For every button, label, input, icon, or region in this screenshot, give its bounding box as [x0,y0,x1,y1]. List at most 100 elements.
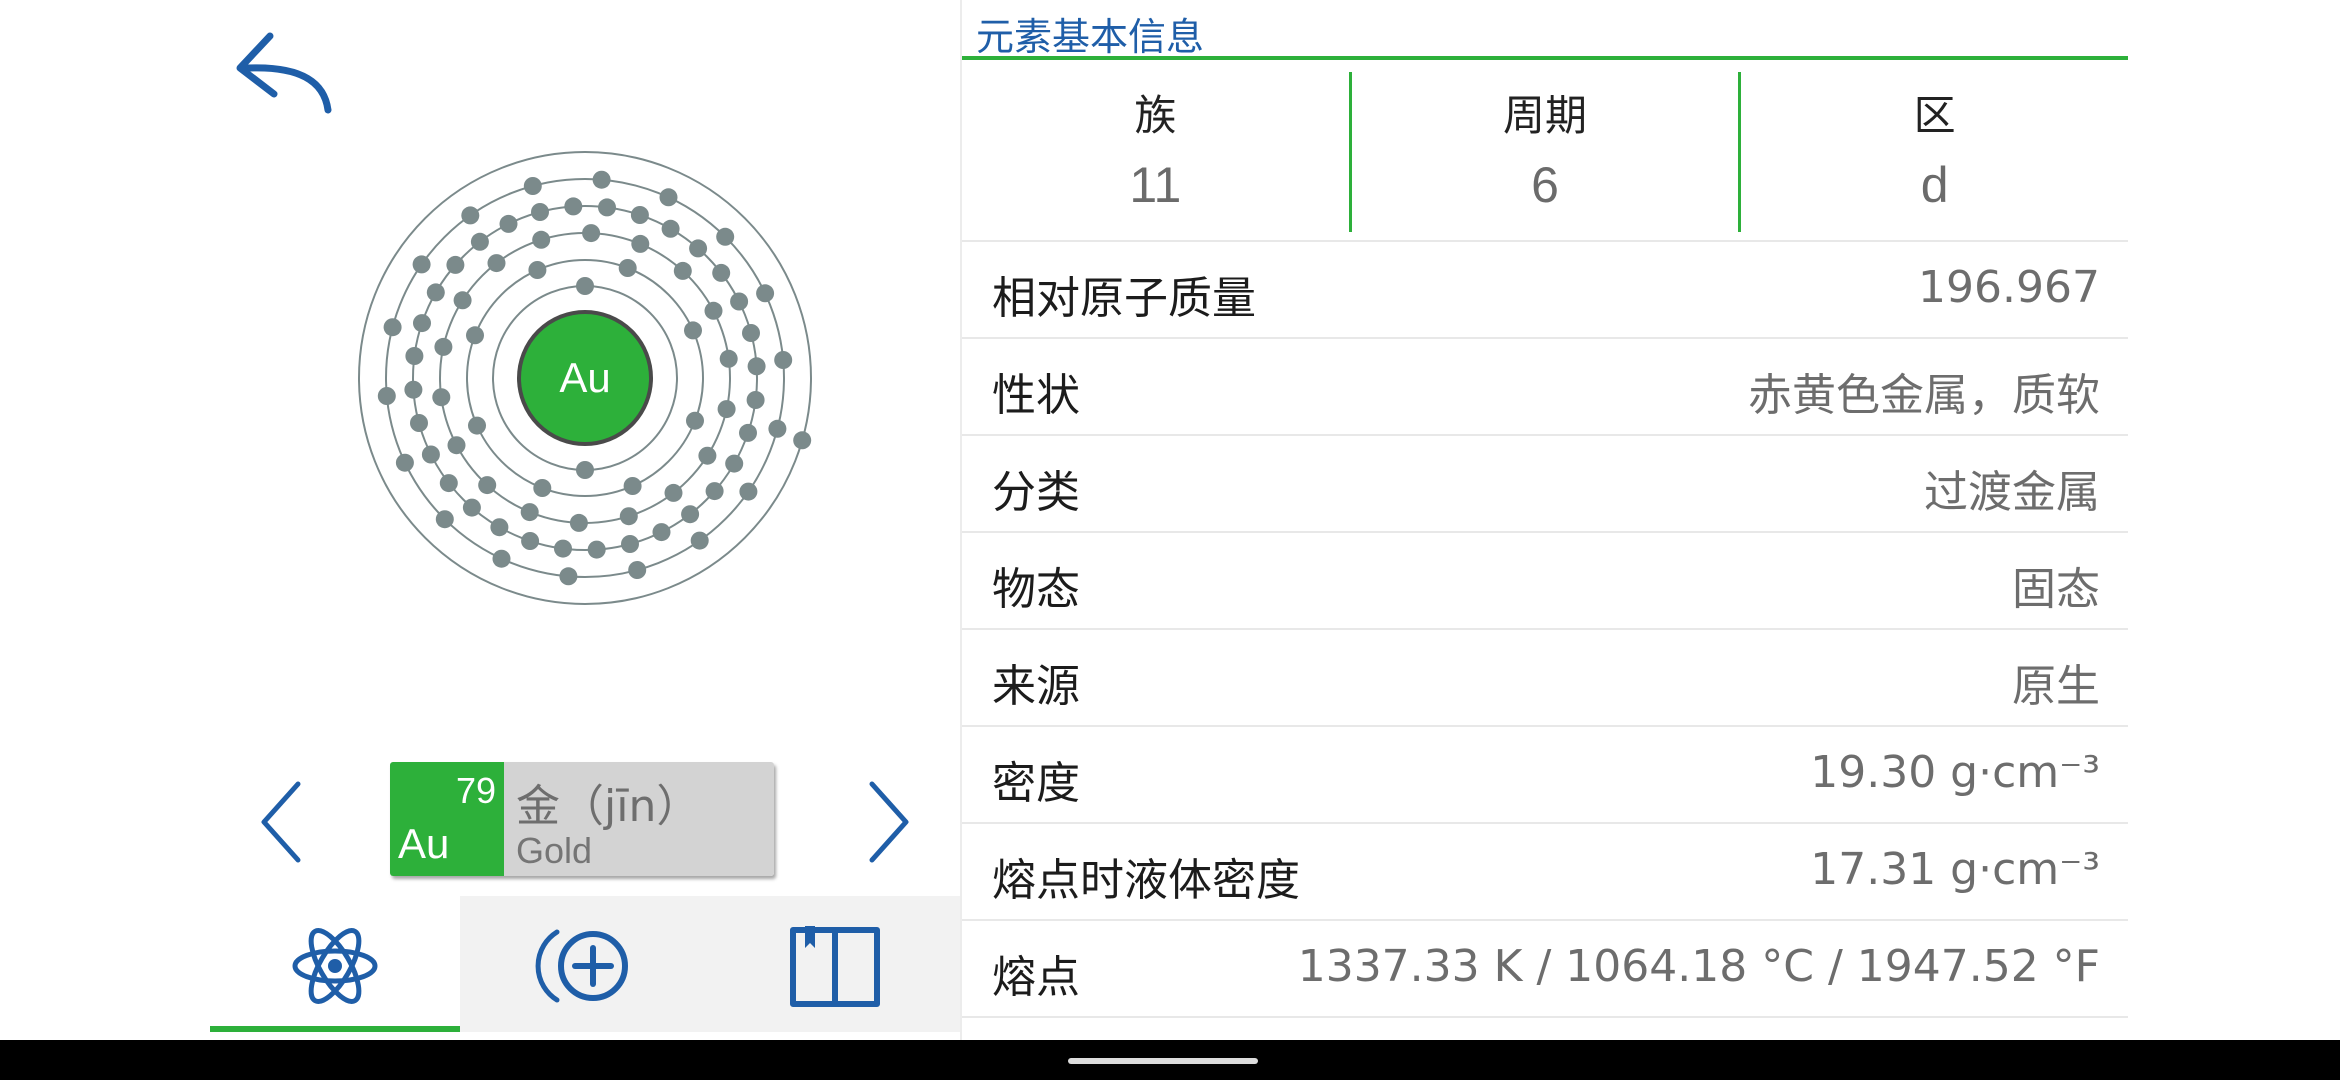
property-label: 性状 [992,370,1080,421]
property-label: 物态 [992,564,1080,615]
electron [730,292,749,311]
bottom-tab-bar [210,896,960,1032]
electron [716,227,735,246]
electron [698,446,717,465]
electron [673,261,692,280]
element-info-panel[interactable]: 元素基本信息 族 11 周期 6 区 d 相对原子质量 196.967 性状 赤… [962,0,2128,1040]
atomic-number: 79 [455,770,496,811]
electron [587,540,606,559]
property-label: 分类 [992,467,1080,518]
previous-element-button[interactable] [250,772,320,872]
element-card[interactable]: 79 Au 金（jīn） Gold [390,762,774,876]
tab-encyclopedia[interactable] [710,896,960,1032]
electron [434,337,453,356]
electron [413,314,431,333]
property-row-liquid-density: 熔点时液体密度 17.31 g·cm⁻³ [962,824,2128,921]
summary-value: 11 [1129,157,1182,213]
electron [705,482,724,501]
electron [520,503,539,522]
electron [559,567,578,586]
electron [462,498,481,517]
home-gesture-handle[interactable] [1068,1058,1258,1064]
electron [659,188,678,207]
active-tab-indicator [210,1026,460,1032]
electron [468,416,486,435]
electron [628,561,647,579]
property-row-atomic-mass: 相对原子质量 196.967 [962,242,2128,339]
summary-label: 族 [1134,91,1177,140]
electron [521,532,540,550]
electron [564,197,583,216]
property-list: 相对原子质量 196.967 性状 赤黄色金属，质软 分类 过渡金属 物态 固态… [962,242,2128,1018]
electron [446,255,465,274]
element-name-chinese: 金（jīn） [516,781,701,832]
electron [598,198,616,217]
electron [421,445,440,464]
atom-icon [292,928,378,1004]
property-value: 1337.33 K / 1064.18 °C / 1947.52 °F [1297,941,2100,992]
property-value: 原生 [2012,661,2100,712]
property-row-origin: 来源 原生 [962,630,2128,727]
property-value: 19.30 g·cm⁻³ [1810,747,2100,798]
tab-compounds[interactable] [460,896,710,1032]
summary-value: d [1920,157,1949,213]
electron [725,454,744,473]
property-value: 过渡金属 [1924,467,2100,518]
electron [554,539,572,558]
next-element-button[interactable] [850,772,920,872]
electron [523,177,542,195]
electron [690,531,709,550]
electron [528,261,547,279]
chevron-left-icon [261,781,301,863]
property-row-melting-point: 熔点 1337.33 K / 1064.18 °C / 1947.52 °F [962,921,2128,1018]
group-period-block-summary: 族 11 周期 6 区 d [962,60,2128,240]
electron [435,510,454,529]
electron [623,477,642,495]
electron [490,518,509,537]
electron [619,507,638,526]
summary-block: 区 d [1741,60,2128,240]
property-row-density: 密度 19.30 g·cm⁻³ [962,727,2128,824]
electron [686,411,704,430]
electron [774,351,793,369]
summary-label: 周期 [1502,91,1587,140]
element-badge: 79 Au [390,762,504,876]
electron [395,453,414,472]
add-circle-icon [535,929,628,1003]
electron [719,349,738,368]
electron [742,324,760,342]
nucleus-symbol: Au [559,354,610,401]
electron [447,436,466,455]
property-value: 17.31 g·cm⁻³ [1810,844,2100,895]
electron [739,423,757,442]
element-symbol: Au [398,820,450,867]
electron [717,400,736,419]
electron [569,513,588,532]
electron [582,224,601,243]
summary-period: 周期 6 [1352,60,1739,240]
electron [439,474,458,493]
electron [621,535,639,553]
electron [630,206,649,224]
electron [684,321,702,340]
electron [681,505,700,524]
chevron-right-icon [869,781,909,863]
electron [531,203,549,221]
electron [412,255,431,274]
property-row-category: 分类 过渡金属 [962,436,2128,533]
electron [618,259,637,277]
electron [712,263,731,282]
electron [453,291,472,310]
electron [533,479,552,497]
electron [470,232,489,251]
property-row-appearance: 性状 赤黄色金属，质软 [962,339,2128,436]
electron [576,277,594,295]
electron [383,318,402,337]
electron [404,380,423,399]
tab-atom-structure[interactable] [210,896,460,1032]
property-row-state: 物态 固态 [962,533,2128,630]
electron [478,476,497,495]
property-label: 来源 [992,661,1080,712]
property-value: 固态 [2012,564,2100,615]
electron [592,170,611,189]
